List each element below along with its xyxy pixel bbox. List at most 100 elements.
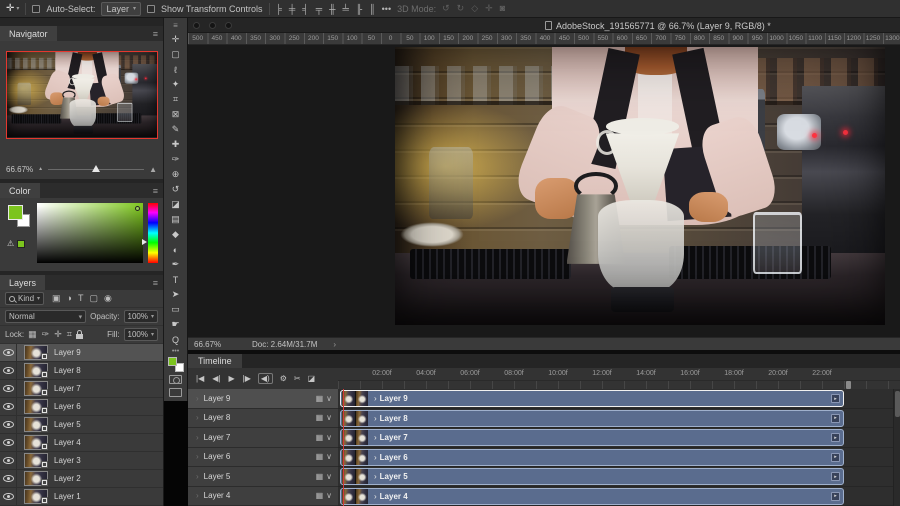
- chevron-down-icon[interactable]: ∨: [326, 452, 332, 461]
- timeline-track-header[interactable]: › Layer 7 ▦ ∨: [188, 428, 338, 448]
- show-transform-checkbox[interactable]: [147, 5, 155, 13]
- path-selection-tool-icon[interactable]: ➤: [164, 287, 187, 302]
- align-top-edges-icon[interactable]: ╤: [316, 4, 322, 14]
- layer-thumbnail[interactable]: [24, 381, 48, 396]
- hue-slider-marker[interactable]: [142, 239, 147, 245]
- eyedropper-tool-icon[interactable]: ✎: [164, 122, 187, 137]
- layer-visibility-eye-icon[interactable]: [3, 421, 14, 428]
- timeline-track-header[interactable]: › Layer 5 ▦ ∨: [188, 467, 338, 487]
- expand-clip-chevron[interactable]: ›: [374, 472, 377, 481]
- dodge-tool-icon[interactable]: ◐: [164, 242, 187, 257]
- align-left-edges-icon[interactable]: ╞: [276, 4, 282, 14]
- status-options-chevron[interactable]: ›: [333, 340, 336, 349]
- close-window-button[interactable]: [193, 22, 200, 29]
- layer-visibility-eye-icon[interactable]: [3, 367, 14, 374]
- align-vertical-centers-icon[interactable]: ╫: [329, 4, 335, 14]
- saturation-brightness-field[interactable]: [37, 203, 143, 263]
- healing-brush-tool-icon[interactable]: ✚: [164, 137, 187, 152]
- blur-tool-icon[interactable]: ◆: [164, 227, 187, 242]
- expand-clip-chevron[interactable]: ›: [374, 453, 377, 462]
- distribute-horizontal-icon[interactable]: ╟: [356, 4, 362, 14]
- timeline-track-lane[interactable]: › Layer 6 ▸: [338, 448, 893, 468]
- filter-pixel-layers-icon[interactable]: ▣: [52, 293, 61, 304]
- brush-tool-icon[interactable]: ✑: [164, 152, 187, 167]
- panel-menu-icon[interactable]: ≡: [153, 278, 163, 288]
- screen-mode-icon[interactable]: [169, 388, 182, 397]
- layer-row[interactable]: Layer 2: [0, 470, 163, 488]
- tools-menu-icon[interactable]: ≡: [173, 21, 178, 30]
- canvas-viewport[interactable]: [188, 45, 900, 337]
- chevron-down-icon[interactable]: ∨: [326, 433, 332, 442]
- timeline-track-lane[interactable]: › Layer 9 ▸: [338, 389, 893, 409]
- layer-visibility-eye-icon[interactable]: [3, 475, 14, 482]
- canvas-image[interactable]: [395, 47, 885, 325]
- layer-thumbnail[interactable]: [24, 435, 48, 450]
- timeline-clip[interactable]: › Layer 8 ▸: [340, 410, 844, 427]
- layer-thumbnail[interactable]: [24, 489, 48, 504]
- layer-row[interactable]: Layer 5: [0, 416, 163, 434]
- layer-row[interactable]: Layer 3: [0, 452, 163, 470]
- align-right-edges-icon[interactable]: ╡: [302, 4, 308, 14]
- layer-visibility-eye-icon[interactable]: [3, 457, 14, 464]
- timeline-clip[interactable]: › Layer 4 ▸: [340, 488, 844, 505]
- layer-thumbnail[interactable]: [24, 399, 48, 414]
- chevron-down-icon[interactable]: ∨: [326, 413, 332, 422]
- expand-track-chevron[interactable]: ›: [196, 433, 199, 442]
- chevron-down-icon[interactable]: ∨: [326, 472, 332, 481]
- lock-artboard-icon[interactable]: ⌗: [67, 329, 72, 340]
- expand-track-chevron[interactable]: ›: [196, 452, 199, 461]
- lock-all-icon[interactable]: [76, 334, 83, 339]
- filter-shape-layers-icon[interactable]: ▢: [89, 293, 98, 304]
- tab-navigator[interactable]: Navigator: [0, 26, 57, 41]
- layer-filter-dropdown[interactable]: Kind ▾: [5, 292, 44, 305]
- quick-selection-tool-icon[interactable]: ✦: [164, 77, 187, 92]
- pen-tool-icon[interactable]: ✒: [164, 257, 187, 272]
- hue-slider[interactable]: [148, 203, 158, 263]
- minimize-window-button[interactable]: [209, 22, 216, 29]
- gradient-tool-icon[interactable]: ▤: [164, 212, 187, 227]
- timeline-track-lane[interactable]: › Layer 7 ▸: [338, 428, 893, 448]
- align-horizontal-centers-icon[interactable]: ╪: [289, 4, 295, 14]
- 3d-camera-icon[interactable]: ◙: [500, 3, 505, 14]
- chevron-down-icon[interactable]: ∨: [326, 491, 332, 500]
- transition-icon[interactable]: ◪: [308, 374, 316, 383]
- next-frame-button[interactable]: |▶: [243, 374, 251, 383]
- hand-tool-icon[interactable]: ☛: [164, 317, 187, 332]
- timeline-track-lane[interactable]: › Layer 4 ▸: [338, 487, 893, 506]
- filter-type-layers-icon[interactable]: T: [78, 293, 84, 304]
- work-area-end-marker[interactable]: [846, 381, 851, 389]
- align-bottom-edges-icon[interactable]: ╧: [342, 4, 348, 14]
- frame-tool-icon[interactable]: ⊠: [164, 107, 187, 122]
- type-tool-icon[interactable]: T: [164, 272, 187, 287]
- color-picker-marker[interactable]: [135, 206, 140, 211]
- chevron-down-icon[interactable]: ∨: [326, 394, 332, 403]
- filter-smart-objects-icon[interactable]: ◉: [104, 293, 112, 304]
- timeline-track-header[interactable]: › Layer 9 ▦ ∨: [188, 389, 338, 409]
- tab-color[interactable]: Color: [0, 183, 40, 198]
- panel-menu-icon[interactable]: ≡: [153, 29, 163, 39]
- gamut-warning-icon[interactable]: ⚠: [7, 239, 14, 248]
- zoom-tool-icon[interactable]: Q: [164, 332, 187, 347]
- layer-row[interactable]: Layer 6: [0, 398, 163, 416]
- canvas-image[interactable]: [7, 52, 158, 138]
- expand-track-chevron[interactable]: ›: [196, 491, 199, 500]
- window-controls[interactable]: [193, 22, 232, 29]
- expand-track-chevron[interactable]: ›: [196, 472, 199, 481]
- layer-row[interactable]: Layer 4: [0, 434, 163, 452]
- clone-stamp-tool-icon[interactable]: ⊕: [164, 167, 187, 182]
- fill-value-dropdown[interactable]: 100% ▾: [124, 328, 158, 341]
- quick-mask-icon[interactable]: [169, 375, 182, 384]
- eraser-tool-icon[interactable]: ◪: [164, 197, 187, 212]
- edit-toolbar-icon[interactable]: •••: [172, 348, 179, 355]
- lasso-tool-icon[interactable]: ℓ: [164, 62, 187, 77]
- expand-clip-chevron[interactable]: ›: [374, 414, 377, 423]
- layer-thumbnail[interactable]: [24, 345, 48, 360]
- rectangle-tool-icon[interactable]: ▭: [164, 302, 187, 317]
- opacity-value-dropdown[interactable]: 100% ▾: [124, 310, 158, 323]
- more-options-icon[interactable]: •••: [382, 4, 391, 14]
- layer-visibility-eye-icon[interactable]: [3, 349, 14, 356]
- pan-3d-camera-icon[interactable]: ◇: [471, 3, 478, 14]
- gamut-color-swatch[interactable]: [17, 240, 25, 248]
- timeline-scrollbar[interactable]: [893, 389, 900, 506]
- timeline-clip[interactable]: › Layer 7 ▸: [340, 429, 844, 446]
